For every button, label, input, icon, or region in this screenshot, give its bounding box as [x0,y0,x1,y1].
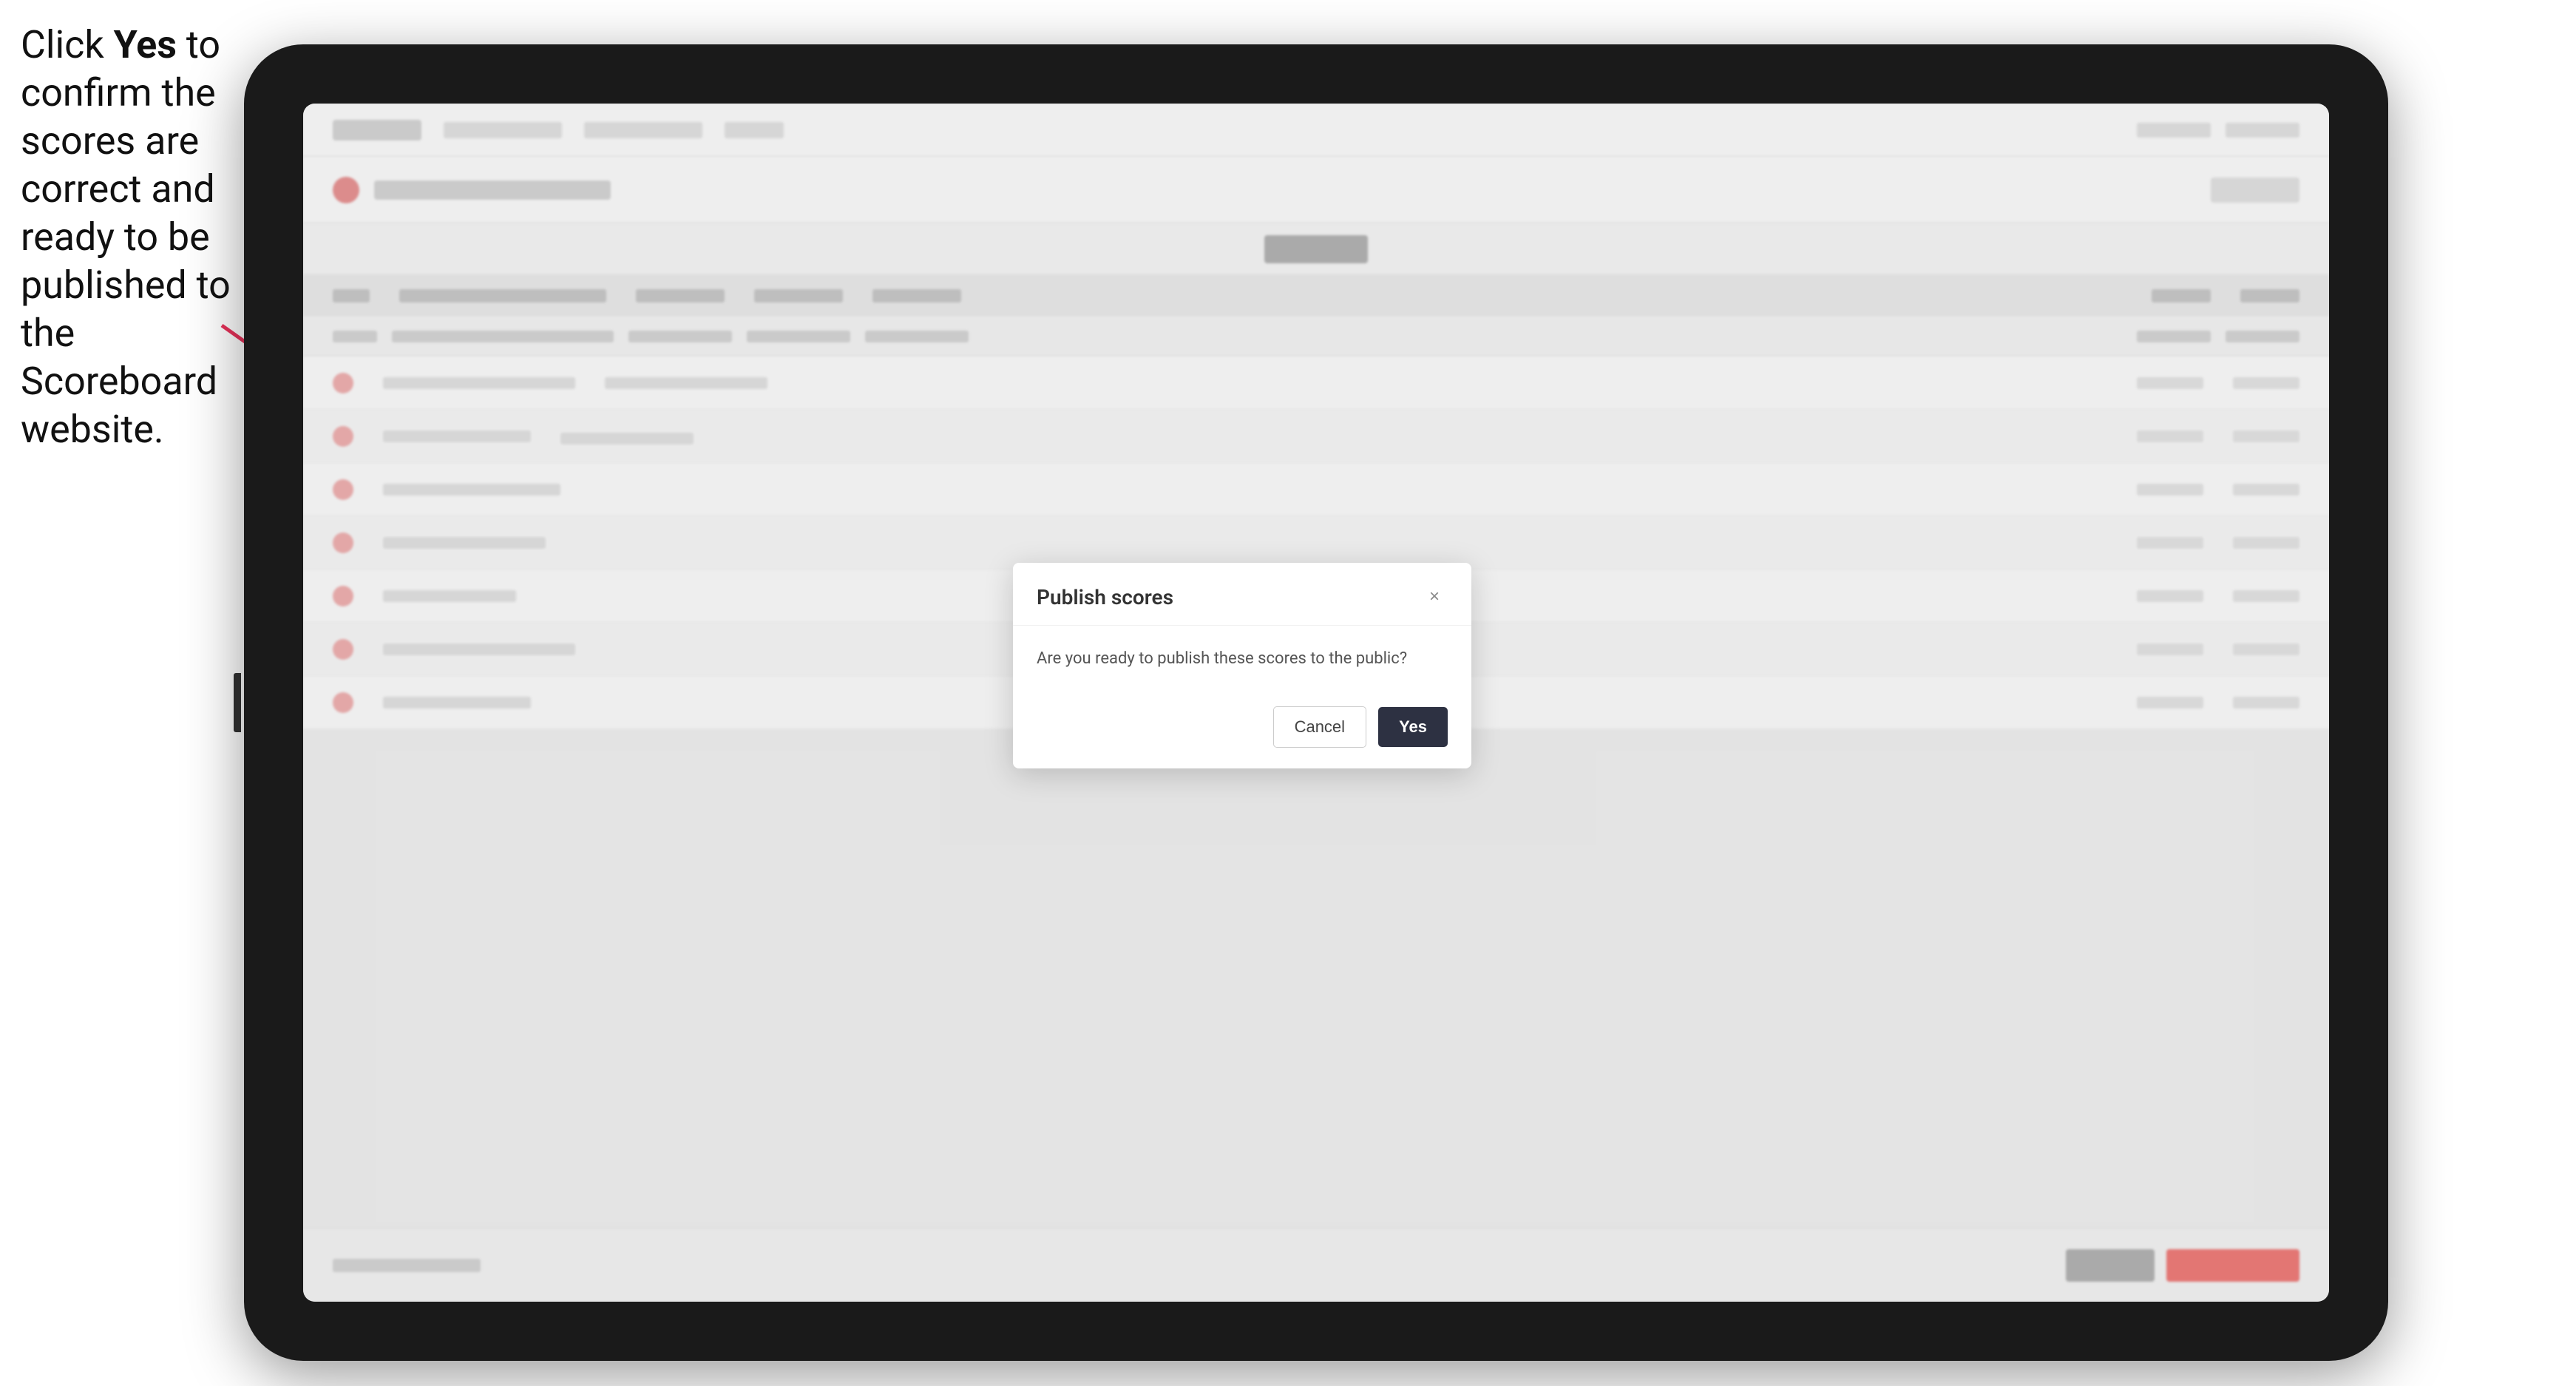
modal-close-button[interactable]: × [1421,584,1448,610]
annotation-bold: Yes [114,22,177,67]
modal-footer: Cancel Yes [1013,692,1471,768]
modal-title: Publish scores [1037,585,1173,609]
tablet-side-button [234,673,241,732]
modal-message: Are you ready to publish these scores to… [1037,646,1448,671]
tablet-screen: Publish scores × Are you ready to publis… [303,104,2329,1302]
annotation-text: Click Yes to confirm the scores are corr… [21,21,235,453]
publish-scores-dialog: Publish scores × Are you ready to publis… [1013,563,1471,768]
cancel-button[interactable]: Cancel [1273,706,1366,748]
modal-body: Are you ready to publish these scores to… [1013,626,1471,692]
tablet-device: Publish scores × Are you ready to publis… [244,44,2388,1361]
yes-button[interactable]: Yes [1378,707,1448,747]
annotation-suffix: to confirm the scores are correct and re… [21,22,231,452]
modal-header: Publish scores × [1013,563,1471,626]
annotation-prefix: Click [21,22,114,67]
modal-overlay: Publish scores × Are you ready to publis… [303,104,2329,1302]
